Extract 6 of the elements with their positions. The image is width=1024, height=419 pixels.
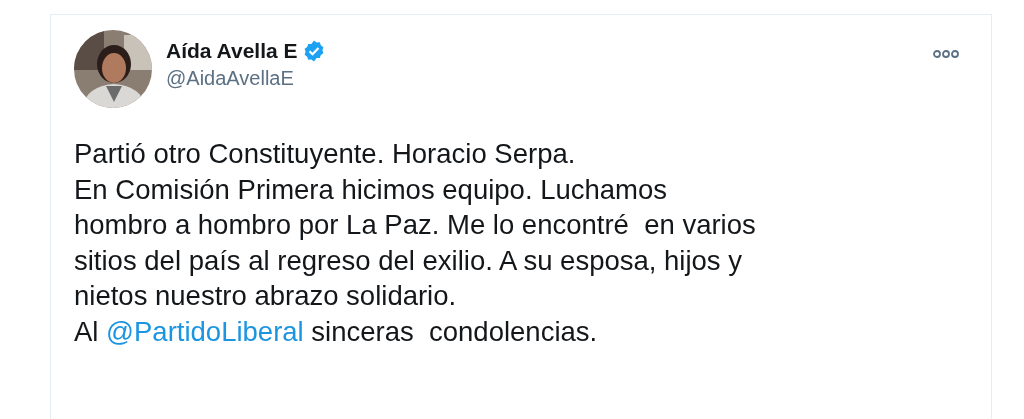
tweet-text: Partió otro Constituyente. Horacio Serpa. En Comisión Primera hicimos equipo. Luchamos hombro a hombro por La Paz. Me lo encontré en varios sitios del país al regreso del exilio. A su esposa, hijos y nietos nuestro abrazo solidario. bbox=[74, 137, 757, 314]
mention-link[interactable]: @PartidoLiberal bbox=[106, 315, 304, 347]
tweet-text: Al @PartidoLiberal sinceras condolencias. bbox=[74, 314, 599, 349]
author-name: Aída Avella E bbox=[166, 39, 298, 63]
more-options-icon[interactable] bbox=[933, 49, 959, 59]
author-handle[interactable]: @AidaAvellaE bbox=[166, 67, 326, 90]
